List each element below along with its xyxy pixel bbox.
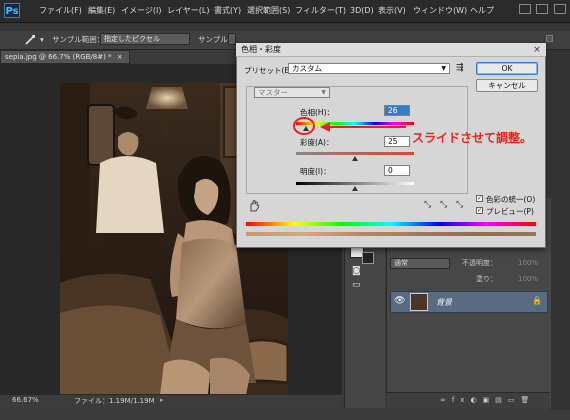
layer-thumbnail[interactable] [410, 293, 428, 311]
targeted-adjustment-hand-icon[interactable] [248, 200, 260, 212]
status-bar [0, 394, 342, 409]
layer-lock-icon: 🔒 [532, 296, 542, 305]
sample-size-select[interactable]: 指定したピクセル [100, 33, 190, 45]
blend-mode-select[interactable]: 通常 [390, 258, 450, 269]
preview-checkbox[interactable]: ✓ [476, 207, 483, 214]
menu-help[interactable]: ヘルプ [470, 0, 494, 22]
dialog-close-icon[interactable]: × [532, 45, 542, 55]
highlight-circle [293, 117, 315, 135]
arrow-head-icon [320, 122, 330, 132]
dialog-title: 色相・彩度 [236, 43, 546, 57]
preview-label: プレビュー(P) [486, 207, 534, 216]
window-controls [516, 4, 566, 16]
opacity-label: 不透明度： [462, 259, 497, 267]
menu-view[interactable]: 表示(V) [378, 0, 406, 22]
channel-dropdown-icon: ▼ [321, 89, 326, 96]
menu-edit[interactable]: 編集(E) [88, 0, 115, 22]
fill-value[interactable]: 100% [518, 272, 538, 286]
ok-button[interactable]: OK [476, 62, 538, 75]
lightness-label: 明度(I)： [300, 167, 331, 176]
annotation-text: スライドさせて調整。 [412, 131, 533, 145]
background-color-swatch[interactable] [362, 252, 374, 264]
visibility-eye-icon[interactable]: 👁 [394, 296, 405, 306]
sample-size-label: サンプル範囲： [52, 35, 105, 44]
preset-dropdown-icon: ▼ [441, 65, 446, 72]
document-tab[interactable]: sepia.jpg @ 66.7% (RGB/8#) * × [0, 50, 130, 64]
channel-value: マスター [258, 88, 288, 97]
document-tab-label: sepia.jpg @ 66.7% (RGB/8#) * [5, 53, 112, 61]
opacity-value[interactable]: 100% [518, 256, 538, 270]
saturation-slider-track[interactable] [296, 152, 414, 155]
menu-filter[interactable]: フィルター(T) [295, 0, 346, 22]
eyedropper-icon[interactable]: ⤡ [424, 200, 431, 210]
colorize-label: 色彩の統一(O) [486, 195, 536, 204]
file-size-info: ファイル：1.19M/1.19M [74, 397, 155, 405]
menu-type[interactable]: 書式(Y) [214, 0, 241, 22]
lightness-input[interactable]: 0 [384, 165, 410, 176]
tool-preset-arrow-icon[interactable]: ▾ [40, 35, 44, 44]
minimize-icon[interactable] [518, 4, 531, 14]
quick-mask-icon[interactable]: ◙ [352, 266, 361, 276]
close-window-icon[interactable] [554, 4, 566, 14]
input-color-bar [246, 222, 536, 226]
panel-dock-strip [550, 50, 570, 410]
menu-window[interactable]: ウィンドウ(W) [413, 0, 467, 22]
eyedropper-minus-icon[interactable]: ⤡ [456, 200, 463, 210]
app-strip [0, 23, 570, 31]
menu-layer[interactable]: レイヤー(L) [167, 0, 209, 22]
screen-mode-icon[interactable]: ▭ [352, 280, 361, 290]
output-color-bar [246, 232, 536, 236]
eyedropper-tool-icon[interactable] [24, 34, 36, 46]
zoom-readout[interactable]: 66.67% [12, 396, 39, 404]
fill-label: 塗り： [476, 275, 497, 283]
photoshop-logo-icon: Ps [4, 3, 20, 18]
layer-action-icons[interactable]: ∞fx◐▣▤▭🗑 [440, 396, 535, 404]
lightness-slider-track[interactable] [296, 182, 414, 185]
colorize-checkbox[interactable]: ✓ [476, 195, 483, 202]
menu-file[interactable]: ファイル(F) [39, 0, 82, 22]
lightness-slider-thumb[interactable] [352, 186, 358, 191]
preset-value: カスタム [292, 64, 322, 73]
sample-select[interactable] [228, 33, 236, 45]
saturation-slider-thumb[interactable] [352, 156, 358, 161]
eyedropper-plus-icon[interactable]: ⤡ [440, 200, 447, 210]
cancel-button[interactable]: キャンセル [476, 79, 538, 92]
preset-select[interactable]: カスタム ▼ [288, 63, 450, 74]
menu-image[interactable]: イメージ(I) [121, 0, 161, 22]
channel-select[interactable]: マスター ▼ [254, 87, 330, 98]
preset-options-icon[interactable]: ⇶ [456, 63, 464, 73]
layer-name[interactable]: 背景 [436, 297, 452, 308]
menu-select[interactable]: 選択範囲(S) [247, 0, 290, 22]
show-ring-checkbox[interactable] [546, 35, 553, 42]
menu-3d[interactable]: 3D(D) [350, 0, 374, 22]
annotation-overlay [293, 117, 406, 135]
status-arrow-icon[interactable]: ▸ [160, 396, 164, 404]
maximize-icon[interactable] [536, 4, 549, 14]
tab-close-icon[interactable]: × [117, 53, 123, 61]
